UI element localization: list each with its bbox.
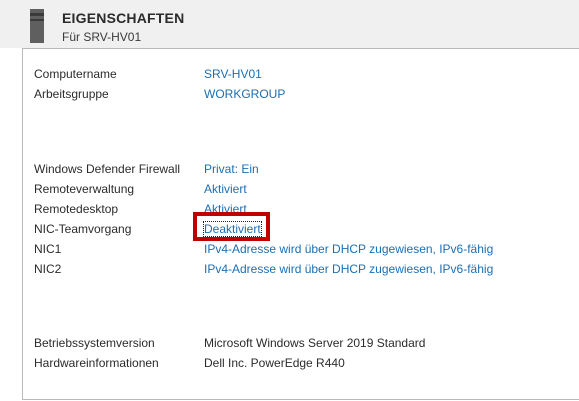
nic1-label: NIC1 [34, 242, 62, 256]
os-version-label: Betriebssystemversion [34, 336, 155, 350]
server-icon [30, 9, 44, 43]
properties-header: EIGENSCHAFTEN Für SRV-HV01 [0, 0, 579, 48]
nic1-link[interactable]: IPv4-Adresse wird über DHCP zugewiesen, … [204, 242, 493, 260]
nic-team-label: NIC-Teamvorgang [34, 222, 132, 236]
remotedesktop-label: Remotedesktop [34, 202, 119, 216]
nic2-label: NIC2 [34, 262, 62, 276]
page-title: EIGENSCHAFTEN [62, 10, 185, 26]
arbeitsgruppe-link[interactable]: WORKGROUP [204, 87, 285, 105]
arbeitsgruppe-label: Arbeitsgruppe [34, 87, 109, 101]
highlight-box [193, 212, 270, 241]
computername-link[interactable]: SRV-HV01 [204, 67, 262, 85]
hardware-label: Hardwareinformationen [34, 356, 159, 370]
hardware-value: Dell Inc. PowerEdge R440 [204, 356, 345, 370]
page-subtitle: Für SRV-HV01 [62, 30, 142, 44]
remoteverwaltung-link[interactable]: Aktiviert [204, 182, 247, 200]
nic2-link[interactable]: IPv4-Adresse wird über DHCP zugewiesen, … [204, 262, 493, 280]
remoteverwaltung-label: Remoteverwaltung [34, 182, 135, 196]
firewall-link[interactable]: Privat: Ein [204, 162, 259, 180]
firewall-label: Windows Defender Firewall [34, 162, 181, 176]
computername-label: Computername [34, 67, 117, 81]
os-version-value: Microsoft Windows Server 2019 Standard [204, 336, 426, 350]
